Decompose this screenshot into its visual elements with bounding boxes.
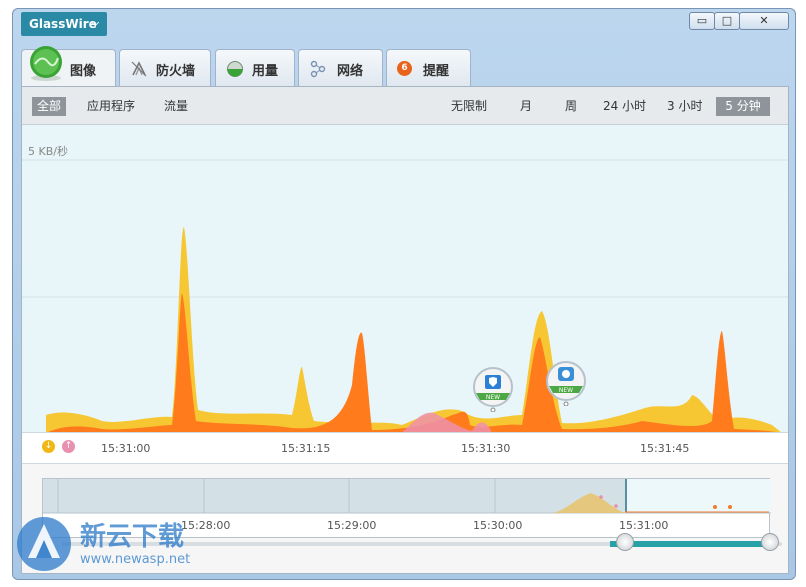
range-slider-right-handle[interactable] (761, 533, 779, 551)
chevron-down-icon: ⌵ (91, 18, 99, 29)
range-5min-button[interactable]: 5 分钟 (716, 97, 770, 116)
traffic-graph-canvas (22, 159, 788, 433)
alert-count-badge: 6 (397, 61, 412, 76)
filter-bar: 全部 应用程序 流量 无限制 月 周 24 小时 3 小时 5 分钟 (22, 87, 788, 125)
overview-event-dot (614, 504, 618, 508)
overview-tick-label: 15:30:00 (473, 519, 523, 532)
usage-icon (227, 61, 243, 77)
graph-panel: 全部 应用程序 流量 无限制 月 周 24 小时 3 小时 5 分钟 5 KB/… (21, 86, 789, 574)
time-tick-label: 15:31:30 (461, 442, 511, 455)
firewall-icon (131, 61, 147, 77)
watermark-logo-icon (17, 517, 71, 571)
close-button[interactable]: ✕ (739, 12, 789, 30)
overview-traffic-area (553, 493, 625, 513)
overview-event-dot (713, 505, 717, 509)
pin-new-label: NEW (486, 394, 500, 401)
network-icon (310, 60, 326, 78)
range-3h-button[interactable]: 3 小时 (662, 97, 707, 116)
maximize-button[interactable]: □ (714, 12, 740, 30)
tab-network-label: 网络 (337, 64, 364, 79)
range-24h-button[interactable]: 24 小时 (598, 97, 651, 116)
tab-firewall[interactable]: 防火墙 (119, 49, 211, 87)
new-app-pin-shield[interactable]: NEW (472, 366, 514, 412)
incoming-area (46, 226, 782, 433)
filter-apps-button[interactable]: 应用程序 (82, 97, 140, 116)
range-unlimited-button[interactable]: 无限制 (446, 97, 492, 116)
tab-alerts-label: 提醒 (423, 64, 450, 79)
glasswire-window: GlassWire ⌵ ▭ □ ✕ 图像 防火墙 用量 网络 6 提醒 全部 应… (12, 8, 796, 580)
watermark-brand: 新云下载 (80, 522, 185, 552)
watermark-url: www.newasp.net (80, 552, 191, 567)
tab-firewall-label: 防火墙 (156, 64, 196, 79)
tab-alerts[interactable]: 6 提醒 (386, 49, 471, 87)
time-axis: ↓ ↑ 15:31:00 15:31:15 15:31:30 15:31:45 (22, 432, 788, 464)
time-tick-label: 15:31:45 (640, 442, 690, 455)
app-title: GlassWire (29, 17, 97, 31)
tab-usage[interactable]: 用量 (215, 49, 295, 87)
time-tick-label: 15:31:15 (281, 442, 331, 455)
tab-graph-label: 图像 (70, 64, 97, 79)
time-tick-label: 15:31:00 (101, 442, 151, 455)
outgoing-legend-icon: ↑ (62, 440, 75, 453)
overview-tick-label: 15:31:00 (619, 519, 669, 532)
app-menu-button[interactable]: GlassWire ⌵ (21, 12, 107, 36)
site-watermark: 新云下载 www.newasp.net (14, 512, 234, 578)
overview-tick-label: 15:29:00 (327, 519, 377, 532)
range-slider-left-handle[interactable] (616, 533, 634, 551)
tab-usage-label: 用量 (252, 64, 279, 79)
traffic-graph[interactable]: 5 KB/秒 NEW NEW (22, 125, 788, 433)
filter-all-button[interactable]: 全部 (32, 97, 67, 116)
range-month-button[interactable]: 月 (515, 97, 537, 116)
incoming-legend-icon: ↓ (42, 440, 55, 453)
overview-event-dot (599, 495, 603, 499)
graph-icon (30, 46, 62, 81)
overview-event-dot (728, 505, 732, 509)
pin-new-label: NEW (559, 387, 573, 394)
tab-network[interactable]: 网络 (298, 49, 383, 87)
range-week-button[interactable]: 周 (560, 97, 582, 116)
new-app-pin-cloud[interactable]: NEW (545, 360, 587, 406)
filter-traffic-button[interactable]: 流量 (159, 97, 193, 116)
minimize-button[interactable]: ▭ (689, 12, 715, 30)
tab-graph[interactable]: 图像 (21, 46, 116, 89)
